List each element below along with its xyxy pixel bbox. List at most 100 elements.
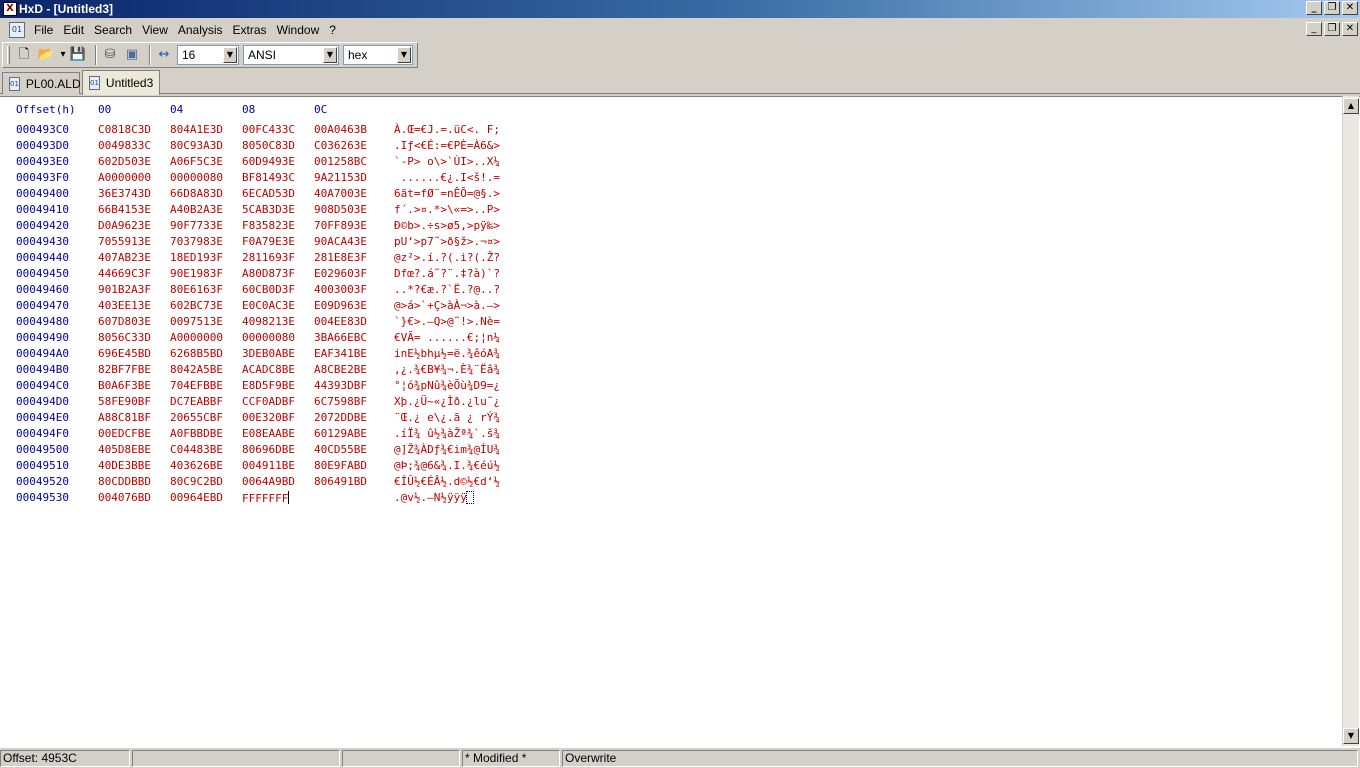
hex-byte-group[interactable]: 40A7003E [314,187,367,200]
row-text[interactable]: 6ãt=fØ¨=nÊÕ=@§.> [394,187,500,200]
row-text[interactable]: Ð©b>.÷s>ø5‚>pÿ‰> [394,219,500,232]
close-button[interactable]: ✕ [1342,1,1358,15]
hex-byte-group[interactable]: BF81493C [242,171,295,184]
hex-byte-group[interactable]: 001258BC [314,155,367,168]
hex-byte-group[interactable]: 80CDDBBD [98,475,151,488]
hex-row[interactable]: 000493C0 C0818C3D 804A1E3D 00FC433C 00A0463B… [16,123,500,139]
vertical-scrollbar[interactable]: ▲ ▼ [1342,96,1359,746]
row-text[interactable]: @>á>`+Ç>àÀ¬>à.–> [394,299,500,312]
row-text[interactable]: Dfœ?.á˜?¨.‡?à)`? [394,267,500,280]
hex-byte-group[interactable]: A06F5C3E [170,155,223,168]
hex-byte-group[interactable]: C04483BE [170,443,223,456]
hex-byte-group[interactable]: F0A79E3E [242,235,295,248]
hex-byte-group[interactable]: 00FC433C [242,123,295,136]
hex-byte-group[interactable]: 80C93A3D [170,139,223,152]
hex-byte-group[interactable]: 908D503E [314,203,367,216]
hex-byte-group[interactable]: 00000080 [242,331,295,344]
row-text[interactable]: Xþ.¿Ü~«¿Ìð.¿lu˜¿ [394,395,500,408]
hex-row[interactable]: 00049510 40DE3BBE 403626BE 004911BE 80E9FABD… [16,459,500,475]
hex-byte-group[interactable]: 602BC73E [170,299,223,312]
row-text[interactable]: @Þ;¾@6&¾.I.¾€éú½ [394,459,500,472]
mdi-minimize-button[interactable]: _ [1306,22,1322,36]
hex-byte-group[interactable]: 607D803E [98,315,151,328]
menu-extras[interactable]: Extras [228,23,272,37]
hex-byte-group[interactable]: 3DEB0ABE [242,347,295,360]
charset-select[interactable]: ANSI ▼ [243,45,339,65]
hex-byte-group[interactable]: 60D9493E [242,155,295,168]
hex-byte-group[interactable]: E09D963E [314,299,367,312]
hex-byte-group[interactable]: 806491BD [314,475,367,488]
hex-byte-group[interactable]: 8056C33D [98,331,151,344]
hex-row[interactable]: 000494D0 58FE90BF DC7EABBF CCF0ADBF 6C7598BF… [16,395,500,411]
hex-row[interactable]: 000493D0 0049833C 80C93A3D 8050C83D C036263E… [16,139,500,155]
hex-byte-group[interactable]: 407AB23E [98,251,151,264]
toolbar-grip[interactable] [7,46,10,64]
row-text[interactable]: À.Œ=€J.=.üC<. F; [394,123,500,136]
hex-byte-group[interactable]: F835823E [242,219,295,232]
hex-byte-group[interactable]: 66B4153E [98,203,151,216]
hex-byte-group[interactable]: D0A9623E [98,219,151,232]
row-text[interactable]: `-P> o\>`ÙI>..X¼ [394,155,500,168]
hex-row[interactable]: 000494E0 A88C81BF 20655CBF 00E320BF 2072DDBE… [16,411,500,427]
hex-byte-group[interactable]: A0FBBDBE [170,427,223,440]
hex-byte-group[interactable]: ACADC8BE [242,363,295,376]
hex-byte-group[interactable]: C036263E [314,139,367,152]
hex-byte-group[interactable]: 6268B5BD [170,347,223,360]
save-icon[interactable]: 💾 [69,46,87,64]
hex-byte-group[interactable]: 7037983E [170,235,223,248]
open-disk-icon[interactable]: ⛁ [101,46,119,64]
hex-byte-group[interactable]: A0000000 [170,331,223,344]
hex-byte-group[interactable]: 6ECAD53D [242,187,295,200]
document-icon[interactable]: 01 [9,22,25,38]
hex-byte-group[interactable]: A0000000 [98,171,151,184]
hex-row[interactable]: 000494C0 B0A6F3BE 704EFBBE E8D5F9BE 44393DBF… [16,379,500,395]
row-text[interactable]: .íÏ¾ û½¾àŽª¾`.š¾ [394,427,500,440]
hex-row[interactable]: 00049410 66B4153E A40B2A3E 5CAB3D3E 908D503E… [16,203,500,219]
bytes-per-row-select[interactable]: 16 ▼ [177,45,239,65]
hex-row[interactable]: 00049490 8056C33D A0000000 00000080 3BA66EBC… [16,331,500,347]
open-file-icon[interactable]: 📂 [37,46,55,64]
hex-byte-group[interactable]: 004EE83D [314,315,367,328]
row-text[interactable]: inE½bhµ½=ë.¾êóA¾ [394,347,500,360]
hex-row[interactable]: 00049520 80CDDBBD 80C9C2BD 0064A9BD 806491BD… [16,475,500,491]
hex-byte-group[interactable]: 901B2A3F [98,283,151,296]
hex-byte-group[interactable]: 0049833C [98,139,151,152]
hex-byte-group[interactable]: 00000080 [170,171,223,184]
hex-byte-group[interactable]: 00A0463B [314,123,367,136]
menu-search[interactable]: Search [89,23,137,37]
row-text[interactable]: .@v½.–N½ÿÿÿ [394,491,474,504]
scroll-up-button[interactable]: ▲ [1343,98,1359,114]
open-ram-icon[interactable]: ▣ [123,46,141,64]
scroll-down-button[interactable]: ▼ [1343,728,1359,744]
hex-byte-group[interactable]: 8050C83D [242,139,295,152]
hex-byte-group[interactable]: E8D5F9BE [242,379,295,392]
hex-byte-group[interactable]: 004911BE [242,459,295,472]
chevron-down-icon[interactable]: ▼ [323,47,337,63]
hex-byte-group[interactable]: 18ED193F [170,251,223,264]
hex-byte-group[interactable]: 80696DBE [242,443,295,456]
hex-byte-group[interactable]: 80C9C2BD [170,475,223,488]
tab-pl00-ald[interactable]: 01 PL00.ALD [2,72,81,94]
hex-byte-group[interactable]: 2811693F [242,251,295,264]
hex-byte-group[interactable]: E08EAABE [242,427,295,440]
hex-row[interactable]: 00049480 607D803E 0097513E 4098213E 004EE83D… [16,315,500,331]
hex-byte-group[interactable]: 00964EBD [170,491,223,504]
hex-byte-group[interactable]: 281E8E3F [314,251,367,264]
menu-window[interactable]: Window [272,23,325,37]
menu-file[interactable]: File [29,23,58,37]
hex-view[interactable]: Offset(h) 00 04 08 0C 000493C0 C0818C3D 80… [16,103,500,507]
menu-edit[interactable]: Edit [58,23,89,37]
hex-byte-group[interactable]: 0064A9BD [242,475,295,488]
tab-untitled3[interactable]: 01 Untitled3 [82,70,160,95]
row-text[interactable]: ‚¿.¾€B¥¾¬.È¾¨Ëâ¾ [394,363,500,376]
hex-byte-group[interactable]: 00E320BF [242,411,295,424]
row-text[interactable]: ......€¿.I<š!.= [394,171,500,184]
hex-row[interactable]: 000493E0 602D503E A06F5C3E 60D9493E 001258BC… [16,155,500,171]
hex-byte-group[interactable]: DC7EABBF [170,395,223,408]
mdi-close-button[interactable]: ✕ [1342,22,1358,36]
menu-view[interactable]: View [137,23,173,37]
row-text[interactable]: €VÃ= ......€;¦n¼ [394,331,500,344]
hex-byte-group[interactable]: 403626BE [170,459,223,472]
hxd-app-icon[interactable]: X [3,2,17,16]
hex-row[interactable]: 00049450 44669C3F 90E1983F A80D873F E029603F… [16,267,500,283]
